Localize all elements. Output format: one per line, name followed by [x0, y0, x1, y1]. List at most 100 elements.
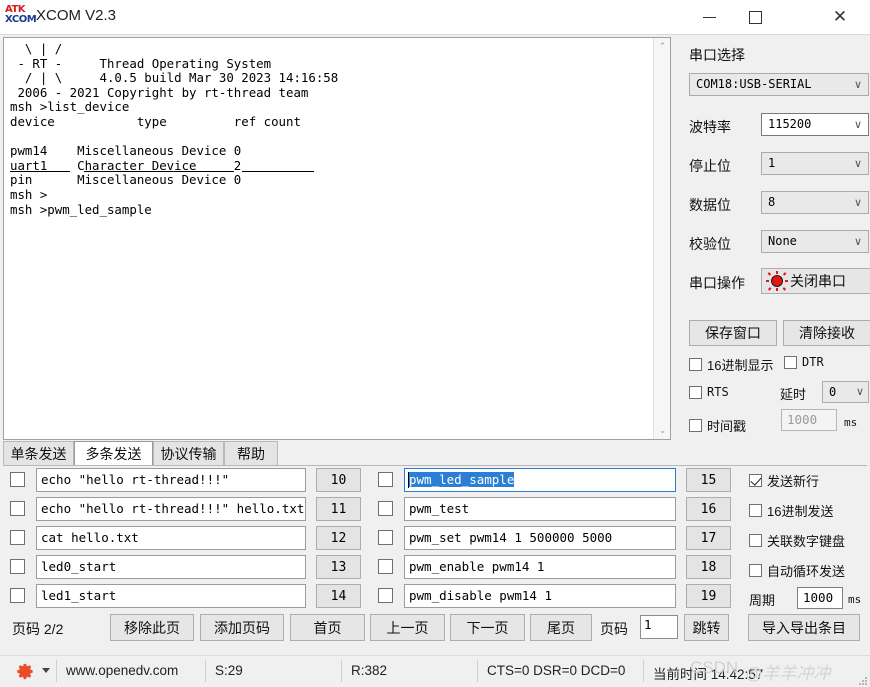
databits-select[interactable]: 8 ∨: [761, 191, 869, 214]
port-section-label: 串口选择: [689, 47, 745, 63]
send-button-19[interactable]: 19: [686, 584, 731, 608]
list-item-checkbox[interactable]: [378, 501, 393, 516]
period-input[interactable]: 1000: [797, 587, 843, 609]
list-item-checkbox[interactable]: [378, 559, 393, 574]
window-title: XCOM V2.3: [36, 7, 117, 24]
port-select[interactable]: COM18:USB-SERIAL ∨: [689, 73, 869, 96]
send-button-18[interactable]: 18: [686, 555, 731, 579]
send-button-15[interactable]: 15: [686, 468, 731, 492]
rts-checkbox[interactable]: RTS: [689, 385, 729, 399]
tabs-underline: [3, 465, 867, 466]
period-label: 周期: [749, 593, 776, 608]
save-window-button[interactable]: 保存窗口: [689, 320, 777, 346]
maximize-button[interactable]: [732, 0, 778, 34]
tab-help[interactable]: 帮助: [224, 441, 278, 466]
command-input-17[interactable]: pwm_set pwm14 1 500000 5000: [404, 526, 676, 550]
command-input-13[interactable]: led0_start: [36, 555, 306, 579]
dtr-checkbox[interactable]: DTR: [784, 355, 824, 369]
status-site[interactable]: www.openedv.com: [66, 663, 178, 678]
parity-label: 校验位: [689, 236, 731, 252]
status-divider: [477, 660, 478, 682]
import-export-button[interactable]: 导入导出条目: [748, 614, 860, 641]
command-input-14[interactable]: led1_start: [36, 584, 306, 608]
scroll-up-icon[interactable]: ⌃: [654, 38, 671, 55]
command-input-19[interactable]: pwm_disable pwm14 1: [404, 584, 676, 608]
prev-page-button[interactable]: 上一页: [370, 614, 445, 641]
timestamp-interval-input[interactable]: 1000: [781, 409, 837, 431]
send-button-13[interactable]: 13: [316, 555, 361, 579]
command-input-15[interactable]: pwm_led_sample: [404, 468, 676, 492]
command-text-15: pwm_led_sample: [409, 472, 515, 487]
command-input-16[interactable]: pwm_test: [404, 497, 676, 521]
hex-display-checkbox[interactable]: 16进制显示: [689, 355, 773, 374]
stopbits-select[interactable]: 1 ∨: [761, 152, 869, 175]
list-item-checkbox[interactable]: [10, 588, 25, 603]
receive-area[interactable]: \ | / - RT - Thread Operating System / |…: [3, 37, 671, 440]
list-item-checkbox[interactable]: [378, 472, 393, 487]
app-logo-icon: ATK XCOM: [5, 5, 37, 29]
first-page-button[interactable]: 首页: [290, 614, 365, 641]
remove-page-button[interactable]: 移除此页: [110, 614, 194, 641]
terminal-scrollbar[interactable]: ⌃ ⌄: [653, 38, 670, 439]
next-page-button[interactable]: 下一页: [450, 614, 525, 641]
close-port-button[interactable]: 关闭串口: [761, 268, 870, 294]
minimize-button[interactable]: [686, 0, 732, 34]
timestamp-interval-value: 1000: [787, 412, 818, 427]
list-item-checkbox[interactable]: [10, 530, 25, 545]
add-page-button[interactable]: 添加页码: [200, 614, 284, 641]
auto-loop-send-checkbox[interactable]: 自动循环发送: [749, 561, 845, 580]
tab-single-send[interactable]: 单条发送: [3, 441, 74, 466]
command-text-16: pwm_test: [409, 501, 470, 516]
list-item-checkbox[interactable]: [10, 559, 25, 574]
close-button[interactable]: ✕: [810, 0, 870, 34]
hex-send-checkbox[interactable]: 16进制发送: [749, 501, 833, 520]
delay-select[interactable]: 0 ∨: [822, 381, 869, 403]
timestamp-unit-label: ms: [844, 416, 858, 429]
command-input-10[interactable]: echo "hello rt-thread!!!": [36, 468, 306, 492]
close-icon: ✕: [832, 6, 848, 27]
send-button-16[interactable]: 16: [686, 497, 731, 521]
numpad-link-label: 关联数字键盘: [767, 534, 846, 549]
databits-value: 8: [768, 195, 776, 209]
chevron-down-icon: ∨: [855, 385, 864, 398]
maximize-icon: [748, 10, 762, 24]
page-indicator: 页码 2/2: [12, 621, 64, 637]
last-page-button[interactable]: 尾页: [530, 614, 592, 641]
watermark-csdn: CSDN: [690, 658, 739, 677]
resize-grip[interactable]: [857, 675, 867, 685]
tab-multi-send[interactable]: 多条发送: [74, 441, 153, 466]
goto-page-button[interactable]: 跳转: [684, 614, 729, 641]
baudrate-select[interactable]: 115200 ∨: [761, 113, 869, 136]
chevron-down-icon: ∨: [853, 235, 862, 248]
chevron-down-icon: ∨: [853, 78, 862, 91]
clear-receive-button[interactable]: 清除接收: [783, 320, 870, 346]
status-bar: www.openedv.com S:29 R:382 CTS=0 DSR=0 D…: [0, 655, 870, 687]
table-rule-device: [10, 171, 70, 172]
list-item-checkbox[interactable]: [10, 472, 25, 487]
command-text-14: led1_start: [41, 588, 117, 603]
checkbox-box: [749, 564, 762, 577]
scroll-down-icon[interactable]: ⌄: [654, 422, 671, 439]
gear-dropdown-icon[interactable]: [42, 668, 50, 673]
command-input-11[interactable]: echo "hello rt-thread!!!" hello.txt: [36, 497, 306, 521]
status-divider: [341, 660, 342, 682]
send-newline-checkbox[interactable]: 发送新行: [749, 471, 819, 490]
gear-icon[interactable]: [16, 662, 35, 681]
tab-protocol-transfer[interactable]: 协议传输: [153, 441, 224, 466]
checkbox-box: [749, 534, 762, 547]
command-input-12[interactable]: cat hello.txt: [36, 526, 306, 550]
goto-page-input[interactable]: 1: [640, 615, 678, 639]
send-button-14[interactable]: 14: [316, 584, 361, 608]
send-button-12[interactable]: 12: [316, 526, 361, 550]
send-button-10[interactable]: 10: [316, 468, 361, 492]
delay-value: 0: [829, 385, 837, 399]
send-button-17[interactable]: 17: [686, 526, 731, 550]
list-item-checkbox[interactable]: [10, 501, 25, 516]
list-item-checkbox[interactable]: [378, 588, 393, 603]
numpad-link-checkbox[interactable]: 关联数字键盘: [749, 531, 845, 550]
timestamp-checkbox[interactable]: 时间戳: [689, 416, 746, 435]
send-button-11[interactable]: 11: [316, 497, 361, 521]
list-item-checkbox[interactable]: [378, 530, 393, 545]
command-input-18[interactable]: pwm_enable pwm14 1: [404, 555, 676, 579]
parity-select[interactable]: None ∨: [761, 230, 869, 253]
